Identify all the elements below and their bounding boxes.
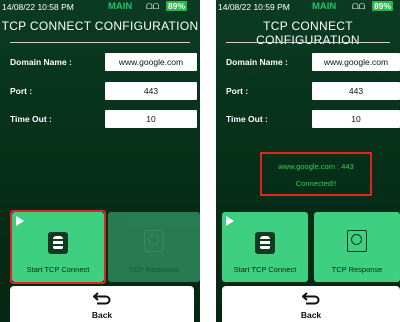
tcp-response-label: TCP Response <box>128 265 180 274</box>
battery-indicator: 89% <box>166 1 188 11</box>
domain-field[interactable]: www.google.com <box>312 53 400 71</box>
port-label: Port : <box>226 86 249 96</box>
signal-icon: ᗝᗝ <box>352 2 366 11</box>
play-icon <box>226 216 234 226</box>
domain-label: Domain Name : <box>10 57 72 67</box>
start-tcp-connect-label: Start TCP Connect <box>233 265 297 274</box>
screen-left: 14/08/22 10:58 PM MAIN ᗝᗝ 89% TCP CONNEC… <box>0 0 200 322</box>
back-label: Back <box>91 310 113 320</box>
domain-field[interactable]: www.google.com <box>105 53 197 71</box>
connection-status: Connected!! <box>295 179 337 188</box>
status-bar: 14/08/22 10:58 PM MAIN ᗝᗝ 89% <box>0 0 200 14</box>
port-field[interactable]: 443 <box>312 82 400 100</box>
back-label: Back <box>300 310 322 320</box>
signal-icon: ᗝᗝ <box>146 2 160 11</box>
port-row: Port : 443 <box>0 82 200 102</box>
timeout-field[interactable]: 10 <box>105 110 197 128</box>
page-title: TCP CONNECT CONFIGURATION <box>1 19 199 33</box>
back-button[interactable]: Back <box>10 286 194 322</box>
title-divider <box>10 42 190 43</box>
connection-status-box: www.google.com : 443 Connected!! <box>260 152 372 196</box>
tcp-response-label: TCP Response <box>331 265 383 274</box>
status-time: 14/08/22 10:58 PM <box>2 2 74 12</box>
back-arrow-icon <box>93 292 111 305</box>
response-icon <box>144 230 164 252</box>
domain-label: Domain Name : <box>226 57 288 67</box>
port-row: Port : 443 <box>216 82 400 102</box>
domain-row: Domain Name : www.google.com <box>0 53 200 73</box>
screen-right: 14/08/22 10:59 PM MAIN ᗝᗝ 89% TCP CONNEC… <box>216 0 400 322</box>
status-mode: MAIN <box>312 1 337 12</box>
connection-address: www.google.com : 443 <box>278 162 354 171</box>
tcp-response-button[interactable]: TCP Response <box>108 212 200 282</box>
status-time: 14/08/22 10:59 PM <box>218 2 290 12</box>
status-mode: MAIN <box>108 1 133 12</box>
page-title: TCP CONNECT CONFIGURATION <box>256 19 360 47</box>
tcp-response-button[interactable]: TCP Response <box>314 212 400 282</box>
title-divider <box>226 42 390 43</box>
timeout-label: Time Out : <box>10 114 52 124</box>
port-label: Port : <box>10 86 33 96</box>
timeout-row: Time Out : 10 <box>0 110 200 130</box>
start-tcp-connect-button[interactable]: Start TCP Connect <box>222 212 308 282</box>
back-button[interactable]: Back <box>222 286 400 322</box>
status-bar: 14/08/22 10:59 PM MAIN ᗝᗝ 89% <box>216 0 400 14</box>
timeout-row: Time Out : 10 <box>216 110 400 130</box>
response-icon <box>347 230 367 252</box>
domain-row: Domain Name : www.google.com <box>216 53 400 73</box>
battery-indicator: 89% <box>372 1 394 11</box>
timeout-label: Time Out : <box>226 114 268 124</box>
selection-highlight <box>10 210 106 284</box>
database-icon <box>255 232 275 254</box>
back-arrow-icon <box>302 292 320 305</box>
port-field[interactable]: 443 <box>105 82 197 100</box>
timeout-field[interactable]: 10 <box>312 110 400 128</box>
